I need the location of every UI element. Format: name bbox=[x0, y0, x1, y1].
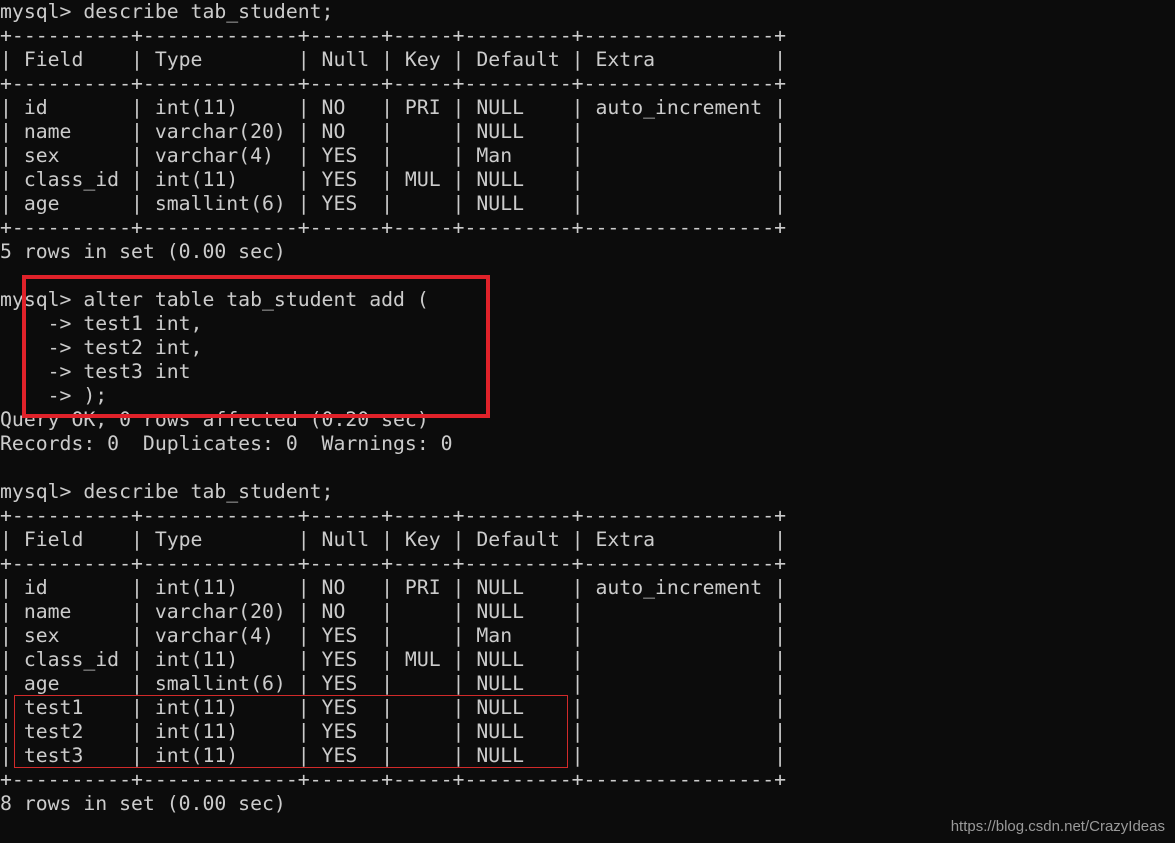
terminal-line: +----------+-------------+------+-----+-… bbox=[0, 552, 787, 575]
terminal-line: | test2 | int(11) | YES | | NULL | | bbox=[0, 720, 787, 743]
terminal-line: | name | varchar(20) | NO | | NULL | | bbox=[0, 600, 787, 623]
watermark: https://blog.csdn.net/CrazyIdeas bbox=[950, 818, 1165, 835]
terminal-line: | class_id | int(11) | YES | MUL | NULL … bbox=[0, 168, 787, 191]
terminal-line: mysql> describe tab_student; bbox=[0, 0, 334, 23]
terminal-line: -> test3 int bbox=[0, 360, 191, 383]
terminal-line: Query OK, 0 rows affected (0.20 sec) bbox=[0, 408, 429, 431]
terminal-line: +----------+-------------+------+-----+-… bbox=[0, 768, 787, 791]
terminal-line: +----------+-------------+------+-----+-… bbox=[0, 504, 787, 527]
terminal-line: | id | int(11) | NO | PRI | NULL | auto_… bbox=[0, 576, 787, 599]
terminal-line: | class_id | int(11) | YES | MUL | NULL … bbox=[0, 648, 787, 671]
terminal-line: +----------+-------------+------+-----+-… bbox=[0, 24, 787, 47]
terminal-line: | age | smallint(6) | YES | | NULL | | bbox=[0, 672, 787, 695]
terminal-line: | sex | varchar(4) | YES | | Man | | bbox=[0, 144, 787, 167]
terminal-line: | test1 | int(11) | YES | | NULL | | bbox=[0, 696, 787, 719]
terminal-line: mysql> describe tab_student; bbox=[0, 480, 334, 503]
terminal-line: | Field | Type | Null | Key | Default | … bbox=[0, 528, 787, 551]
terminal-window[interactable]: mysql> describe tab_student; +----------… bbox=[0, 0, 1175, 843]
terminal-line: 5 rows in set (0.00 sec) bbox=[0, 240, 286, 263]
terminal-line: | id | int(11) | NO | PRI | NULL | auto_… bbox=[0, 96, 787, 119]
terminal-line: | test3 | int(11) | YES | | NULL | | bbox=[0, 744, 787, 767]
terminal-line: | Field | Type | Null | Key | Default | … bbox=[0, 48, 787, 71]
terminal-line: | age | smallint(6) | YES | | NULL | | bbox=[0, 192, 787, 215]
terminal-line: -> test2 int, bbox=[0, 336, 203, 359]
terminal-line: | sex | varchar(4) | YES | | Man | | bbox=[0, 624, 787, 647]
terminal-line: | name | varchar(20) | NO | | NULL | | bbox=[0, 120, 787, 143]
terminal-line: -> ); bbox=[0, 384, 108, 407]
terminal-line: +----------+-------------+------+-----+-… bbox=[0, 216, 787, 239]
terminal-line: -> test1 int, bbox=[0, 312, 203, 335]
terminal-line: 8 rows in set (0.00 sec) bbox=[0, 792, 286, 815]
terminal-line: +----------+-------------+------+-----+-… bbox=[0, 72, 787, 95]
terminal-line: mysql> alter table tab_student add ( bbox=[0, 288, 429, 311]
terminal-line: Records: 0 Duplicates: 0 Warnings: 0 bbox=[0, 432, 453, 455]
